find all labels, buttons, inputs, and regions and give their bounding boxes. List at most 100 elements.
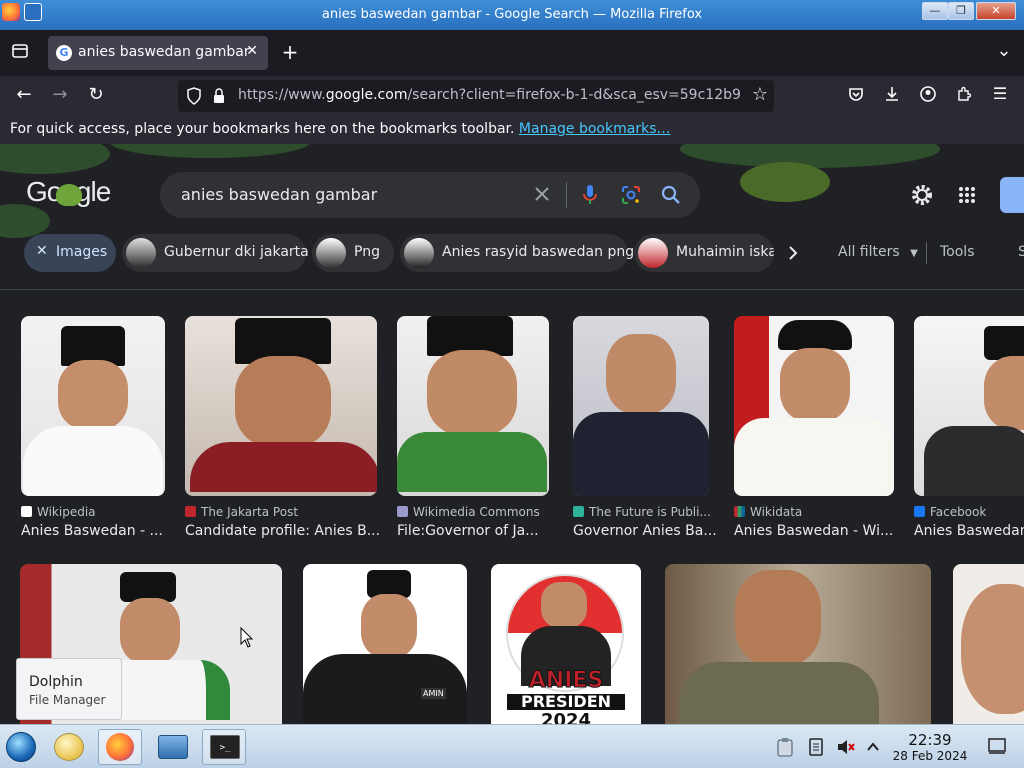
clipboard-icon[interactable] bbox=[776, 737, 794, 761]
url-text[interactable]: https://www.google.com/search?client=fir… bbox=[238, 87, 748, 103]
sign-in-button[interactable] bbox=[1000, 177, 1024, 213]
result-title[interactable]: Anies Baswedan - ... bbox=[21, 523, 163, 539]
close-tab-button[interactable]: ✕ bbox=[246, 43, 258, 59]
account-icon[interactable] bbox=[918, 86, 938, 106]
person-portrait bbox=[679, 570, 879, 724]
taskbar-terminal[interactable]: >_ bbox=[202, 729, 246, 765]
chevron-up-icon[interactable] bbox=[866, 739, 880, 758]
result-title[interactable]: Anies Baswedan bbox=[914, 523, 1024, 539]
result-title[interactable]: Governor Anies Ba... bbox=[573, 523, 717, 539]
close-window-button[interactable]: ✕ bbox=[976, 2, 1016, 20]
window-title: anies baswedan gambar - Google Search — … bbox=[321, 7, 703, 22]
url-bar[interactable]: https://www.google.com/search?client=fir… bbox=[178, 80, 774, 112]
result-title[interactable]: File:Governor of Ja... bbox=[397, 523, 539, 539]
tooltip-title: Dolphin bbox=[29, 674, 83, 690]
result-image[interactable] bbox=[665, 564, 931, 724]
result-image[interactable] bbox=[397, 316, 549, 496]
reload-button[interactable]: ↻ bbox=[84, 84, 108, 105]
firefox-icon bbox=[106, 733, 134, 761]
bookmarks-toolbar: For quick access, place your bookmarks h… bbox=[0, 116, 1024, 144]
all-filters-button[interactable]: All filters ▼ bbox=[838, 244, 918, 260]
chip-muhaimin-iskan[interactable]: Muhaimin iskan bbox=[634, 234, 774, 272]
chip-images[interactable]: ✕ Images bbox=[24, 234, 116, 272]
forward-button[interactable]: → bbox=[48, 84, 72, 105]
new-tab-button[interactable]: + bbox=[278, 40, 302, 64]
bookmarks-hint-text: For quick access, place your bookmarks h… bbox=[10, 121, 515, 137]
volume-muted-icon[interactable] bbox=[836, 737, 856, 761]
chip-gubernur-dki-jakarta[interactable]: Gubernur dki jakarta bbox=[122, 234, 309, 272]
result-image[interactable] bbox=[185, 316, 377, 496]
manage-bookmarks-link[interactable]: Manage bookmarks… bbox=[519, 121, 671, 137]
window-titlebar[interactable]: anies baswedan gambar - Google Search — … bbox=[0, 0, 1024, 30]
voice-search-icon[interactable] bbox=[582, 184, 598, 210]
doodle-lilypad bbox=[740, 162, 830, 202]
lens-search-icon[interactable] bbox=[620, 184, 642, 210]
tools-button[interactable]: Tools bbox=[940, 244, 975, 260]
future-is-public-icon bbox=[573, 506, 584, 517]
taskbar-firefox[interactable] bbox=[98, 729, 142, 765]
clock[interactable]: 22:39 28 Feb 2024 bbox=[890, 731, 970, 763]
tracking-protection-icon[interactable] bbox=[186, 87, 202, 109]
google-header: Google anies baswedan gambar ✕ Images Gu… bbox=[0, 144, 1024, 290]
result-source: Facebook bbox=[914, 505, 986, 519]
result-title[interactable]: Candidate profile: Anies B... bbox=[185, 523, 380, 539]
taskbar-system-settings[interactable] bbox=[150, 729, 194, 765]
firefox-view-icon[interactable] bbox=[8, 42, 32, 64]
pocket-icon[interactable] bbox=[846, 86, 866, 106]
clear-search-icon[interactable] bbox=[532, 184, 552, 208]
result-image[interactable] bbox=[953, 564, 1024, 724]
divider bbox=[566, 182, 567, 208]
result-image[interactable] bbox=[734, 316, 894, 496]
close-chip-icon[interactable]: ✕ bbox=[36, 243, 48, 259]
start-menu-button[interactable] bbox=[2, 729, 42, 765]
tab-google-search[interactable]: G anies baswedan gambar ✕ bbox=[48, 36, 268, 70]
wikipedia-icon bbox=[21, 506, 32, 517]
safesearch-button[interactable]: S bbox=[1018, 244, 1024, 260]
person-portrait bbox=[961, 584, 1024, 714]
result-image[interactable] bbox=[573, 316, 709, 496]
minimize-button[interactable]: — bbox=[922, 2, 948, 20]
google-apps-icon[interactable] bbox=[958, 186, 976, 208]
result-image[interactable]: AMIN bbox=[303, 564, 467, 724]
list-all-tabs-button[interactable]: ⌄ bbox=[992, 40, 1016, 61]
result-image[interactable]: ANIES PRESIDEN 2024 bbox=[491, 564, 641, 724]
person-portrait bbox=[70, 572, 230, 720]
dropdown-arrow-icon: ▼ bbox=[910, 248, 918, 259]
person-portrait bbox=[573, 334, 709, 496]
person-portrait bbox=[23, 326, 163, 496]
chip-label: Gubernur dki jakarta bbox=[164, 244, 309, 260]
poster-line: PRESIDEN bbox=[507, 694, 625, 710]
result-title[interactable]: Anies Baswedan - Wi... bbox=[734, 523, 893, 539]
all-filters-label: All filters bbox=[838, 244, 900, 260]
person-portrait bbox=[190, 318, 377, 492]
result-image[interactable] bbox=[914, 316, 1024, 496]
bookmark-star-icon[interactable]: ☆ bbox=[752, 84, 768, 105]
lock-icon[interactable] bbox=[212, 87, 226, 109]
chip-png[interactable]: Png bbox=[312, 234, 394, 272]
search-box[interactable]: anies baswedan gambar bbox=[160, 172, 700, 218]
person-portrait bbox=[734, 320, 894, 496]
google-favicon-icon: G bbox=[56, 45, 72, 61]
start-orb-icon bbox=[6, 732, 36, 762]
app-menu-button[interactable]: ☰ bbox=[990, 84, 1010, 103]
result-source: The Jakarta Post bbox=[185, 505, 298, 519]
taskbar-dolphin[interactable] bbox=[48, 729, 92, 765]
chip-anies-rasyid-baswedan-png[interactable]: Anies rasyid baswedan png bbox=[400, 234, 634, 272]
show-desktop-icon[interactable] bbox=[988, 737, 1006, 759]
notifications-icon[interactable] bbox=[808, 737, 824, 761]
result-image[interactable] bbox=[21, 316, 165, 496]
search-icon[interactable] bbox=[660, 184, 682, 210]
person-portrait bbox=[924, 326, 1024, 496]
back-button[interactable]: ← bbox=[12, 84, 36, 105]
downloads-icon[interactable] bbox=[882, 86, 902, 106]
chip-thumbnail bbox=[404, 238, 434, 268]
settings-gear-icon[interactable] bbox=[910, 183, 934, 211]
chevron-right-icon[interactable] bbox=[786, 244, 800, 266]
search-query[interactable]: anies baswedan gambar bbox=[181, 185, 377, 204]
maximize-button[interactable]: ❐ bbox=[948, 2, 974, 20]
facebook-icon bbox=[914, 506, 925, 517]
extensions-icon[interactable] bbox=[954, 86, 974, 106]
dolphin-icon bbox=[54, 733, 84, 761]
chip-thumbnail bbox=[126, 238, 156, 268]
amin-badge: AMIN bbox=[421, 688, 446, 699]
